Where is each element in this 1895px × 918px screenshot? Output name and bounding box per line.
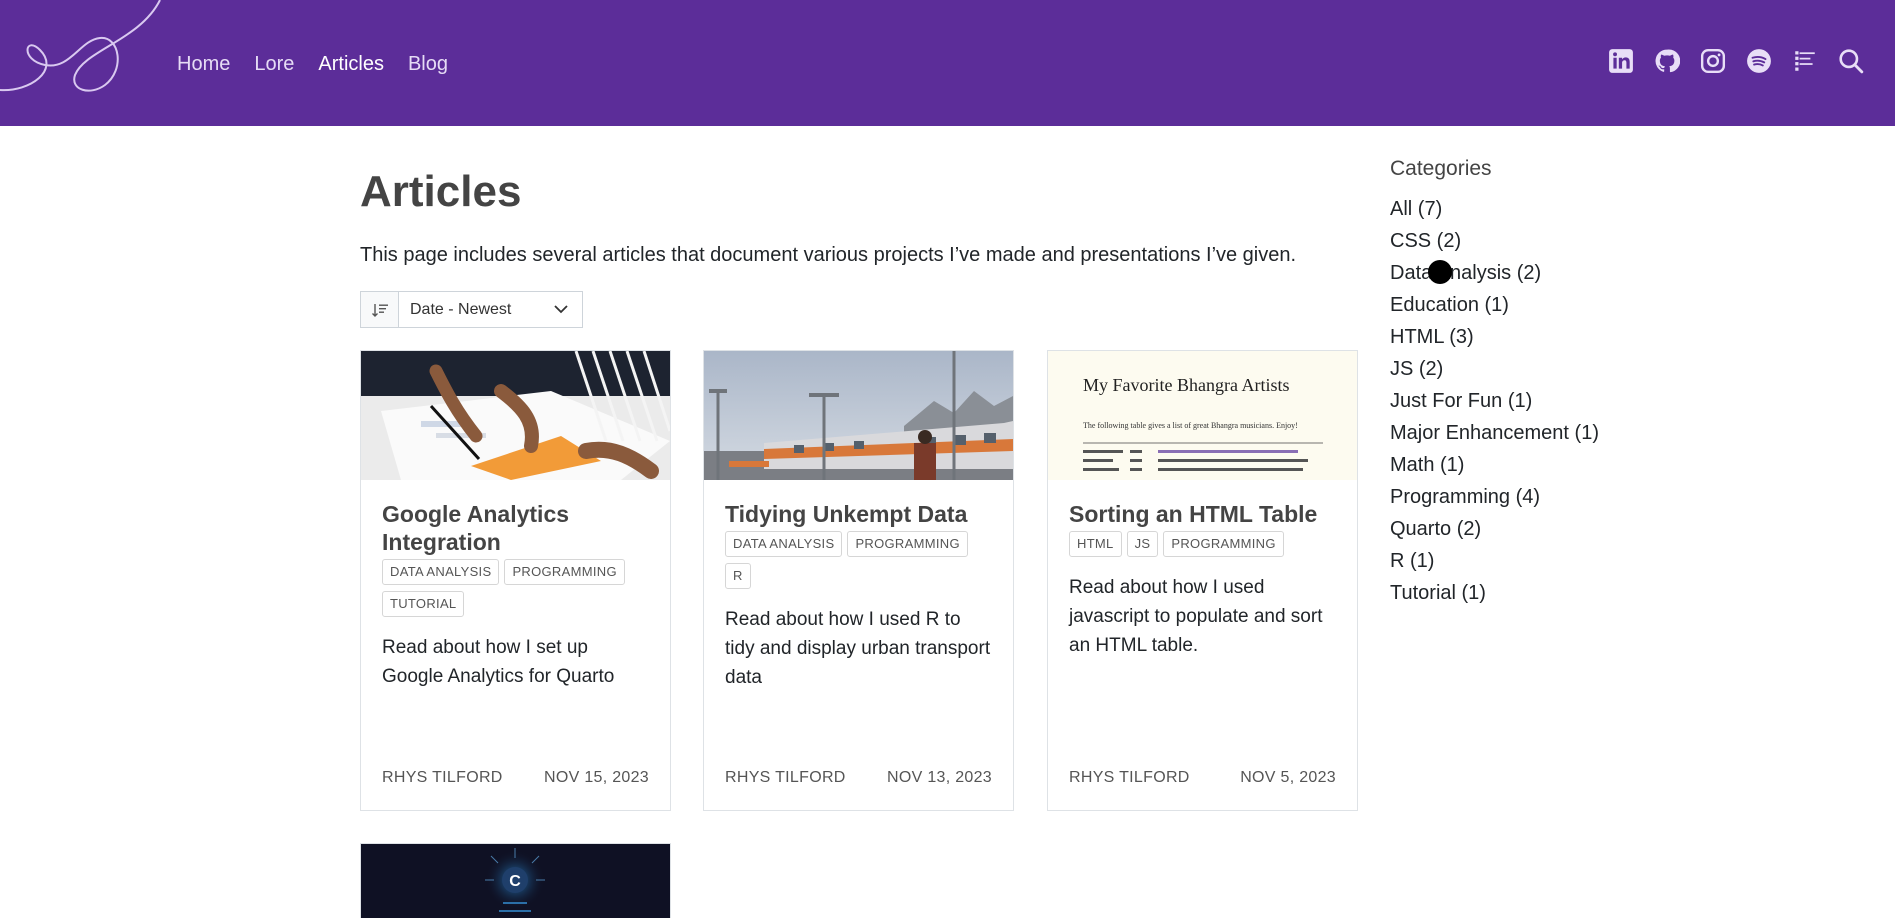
card-tags: HTML JS PROGRAMMING: [1069, 531, 1336, 563]
categories-title: Categories: [1390, 157, 1492, 180]
rss-icon[interactable]: [1791, 47, 1819, 75]
category-tutorial[interactable]: Tutorial (1): [1390, 577, 1599, 609]
sort-selected-label: Date - Newest: [410, 300, 512, 318]
mouse-cursor: [1428, 260, 1452, 284]
tag[interactable]: PROGRAMMING: [504, 559, 625, 585]
category-major-enhancement[interactable]: Major Enhancement (1): [1390, 417, 1599, 449]
tag[interactable]: DATA ANALYSIS: [725, 531, 843, 557]
category-programming[interactable]: Programming (4): [1390, 481, 1599, 513]
category-css[interactable]: CSS (2): [1390, 225, 1599, 257]
category-js[interactable]: JS (2): [1390, 353, 1599, 385]
card-image: My Favorite Bhangra Artists The followin…: [1048, 351, 1357, 480]
article-card[interactable]: Tidying Unkempt Data DATA ANALYSIS PROGR…: [703, 350, 1014, 811]
card-footer: RHYS TILFORD NOV 5, 2023: [1069, 769, 1336, 787]
category-just-for-fun[interactable]: Just For Fun (1): [1390, 385, 1599, 417]
category-all[interactable]: All (7): [1390, 193, 1599, 225]
card-tags: DATA ANALYSIS PROGRAMMING TUTORIAL: [382, 559, 649, 623]
card-date: NOV 15, 2023: [544, 769, 649, 786]
tag[interactable]: PROGRAMMING: [1163, 531, 1284, 557]
category-quarto[interactable]: Quarto (2): [1390, 513, 1599, 545]
sort-direction-icon[interactable]: [361, 292, 399, 327]
card-date: NOV 13, 2023: [887, 769, 992, 786]
card-author: RHYS TILFORD: [1069, 769, 1190, 786]
card-description: Read about how I set up Google Analytics…: [382, 637, 615, 687]
card-image: C: [361, 844, 670, 918]
nav-home[interactable]: Home: [177, 50, 230, 78]
sort-control: Date - Newest: [360, 291, 583, 328]
card-image-letter: C: [509, 873, 521, 890]
card-footer: RHYS TILFORD NOV 13, 2023: [725, 769, 992, 787]
nav-articles[interactable]: Articles: [318, 50, 384, 78]
card-description: Read about how I used javascript to popu…: [1069, 577, 1323, 656]
tag[interactable]: JS: [1126, 531, 1159, 557]
card-image: [704, 351, 1013, 480]
article-card[interactable]: C: [360, 843, 671, 918]
card-title[interactable]: Tidying Unkempt Data: [725, 500, 992, 528]
card-footer: RHYS TILFORD NOV 15, 2023: [382, 769, 649, 787]
category-html[interactable]: HTML (3): [1390, 321, 1599, 353]
sort-select[interactable]: Date - Newest: [399, 292, 582, 327]
category-data-analysis[interactable]: Data Analysis (2): [1390, 257, 1599, 289]
card-image: [361, 351, 670, 480]
github-icon[interactable]: [1653, 47, 1681, 75]
category-math[interactable]: Math (1): [1390, 449, 1599, 481]
nav-links: Home Lore Articles Blog: [177, 50, 472, 78]
tag[interactable]: HTML: [1069, 531, 1122, 557]
tag[interactable]: TUTORIAL: [382, 591, 465, 617]
card-title[interactable]: Google Analytics Integration: [382, 500, 649, 556]
categories-sidebar: Categories All (7) CSS (2) Data Analysis…: [1390, 155, 1599, 609]
nav-lore[interactable]: Lore: [254, 50, 294, 78]
site-logo[interactable]: [0, 0, 170, 100]
card-author: RHYS TILFORD: [725, 769, 846, 786]
card-tags: DATA ANALYSIS PROGRAMMING R: [725, 531, 992, 595]
search-icon[interactable]: [1837, 47, 1865, 75]
navbar: Home Lore Articles Blog: [0, 0, 1895, 126]
tag[interactable]: R: [725, 563, 751, 589]
card-author: RHYS TILFORD: [382, 769, 503, 786]
tag[interactable]: PROGRAMMING: [847, 531, 968, 557]
tag[interactable]: DATA ANALYSIS: [382, 559, 500, 585]
card-title[interactable]: Sorting an HTML Table: [1069, 500, 1336, 528]
chevron-down-icon: [554, 305, 568, 314]
spotify-icon[interactable]: [1745, 47, 1773, 75]
article-card[interactable]: My Favorite Bhangra Artists The followin…: [1047, 350, 1358, 811]
category-r[interactable]: R (1): [1390, 545, 1599, 577]
linkedin-icon[interactable]: [1607, 47, 1635, 75]
nav-icons: [1589, 47, 1865, 75]
nav-blog[interactable]: Blog: [408, 50, 448, 78]
card-description: Read about how I used R to tidy and disp…: [725, 609, 991, 688]
page-description: This page includes several articles that…: [360, 244, 1297, 266]
card-date: NOV 5, 2023: [1240, 769, 1336, 786]
instagram-icon[interactable]: [1699, 47, 1727, 75]
article-card[interactable]: Google Analytics Integration DATA ANALYS…: [360, 350, 671, 811]
page-title: Articles: [360, 167, 522, 216]
category-education[interactable]: Education (1): [1390, 289, 1599, 321]
